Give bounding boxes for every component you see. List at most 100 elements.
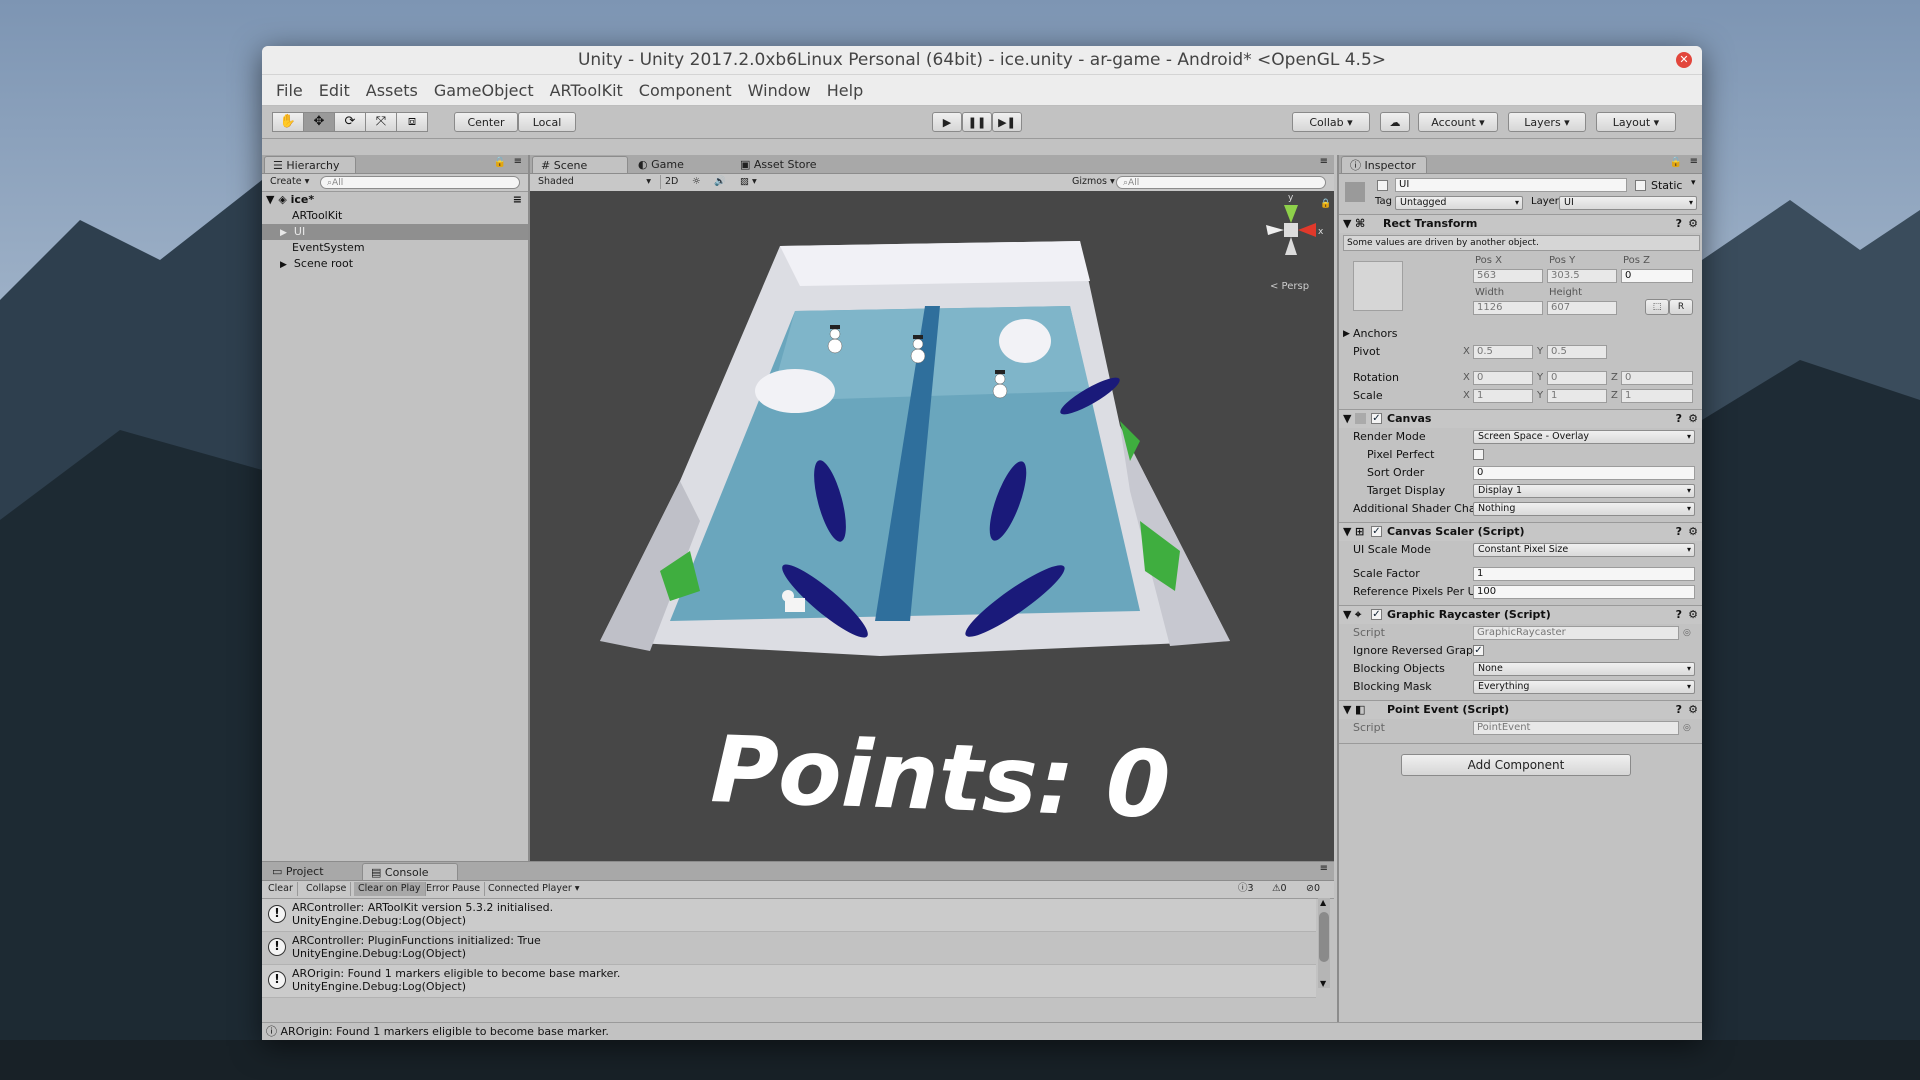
hierarchy-search-input[interactable]: ⌕All (320, 176, 520, 189)
hierarchy-item-eventsystem[interactable]: EventSystem (262, 240, 528, 256)
blocking-mask-dropdown[interactable]: Everything (1473, 680, 1695, 694)
foldout-icon[interactable]: ▼ (1343, 410, 1351, 428)
gizmos-dropdown[interactable]: Gizmos ▾ (1068, 175, 1119, 189)
audio-toggle[interactable]: 🔊 (710, 175, 730, 189)
log-entry[interactable]: ! ARController: ARToolKit version 5.3.2 … (262, 899, 1316, 932)
foldout-icon[interactable]: ▶ (1343, 325, 1350, 343)
pos-z-field[interactable]: 0 (1621, 269, 1693, 283)
tab-hierarchy[interactable]: ☰ Hierarchy (264, 156, 356, 173)
pause-button[interactable]: ❚❚ (962, 112, 992, 132)
step-button[interactable]: ▶❚ (992, 112, 1022, 132)
scale-tool-button[interactable]: ⤧ (365, 112, 397, 132)
menu-assets[interactable]: Assets (366, 81, 418, 100)
account-dropdown[interactable]: Account ▾ (1418, 112, 1498, 132)
help-icon[interactable]: ? (1676, 215, 1682, 233)
tab-game[interactable]: ◐ Game (630, 156, 720, 173)
clear-on-play-button[interactable]: Clear on Play (354, 882, 426, 896)
lock-icon[interactable]: 🔒 (1320, 198, 1331, 209)
add-component-button[interactable]: Add Component (1401, 754, 1631, 776)
sort-order-field[interactable]: 0 (1473, 466, 1695, 480)
scale-factor-field[interactable]: 1 (1473, 567, 1695, 581)
active-checkbox[interactable] (1377, 180, 1388, 191)
scroll-up-icon[interactable]: ▲ (1320, 898, 1326, 907)
menu-file[interactable]: File (276, 81, 303, 100)
help-icon[interactable]: ? (1676, 606, 1682, 624)
effects-dropdown[interactable]: ▨ ▾ (736, 175, 761, 189)
lock-icon[interactable]: 🔒 (494, 157, 506, 168)
canvas-scaler-enabled-checkbox[interactable]: ✓ (1371, 526, 1382, 537)
tag-dropdown[interactable]: Untagged (1395, 196, 1523, 210)
ignore-reversed-checkbox[interactable]: ✓ (1473, 645, 1484, 656)
settings-gear-icon[interactable]: ⚙ (1688, 410, 1698, 428)
hierarchy-item-artoolkit[interactable]: ARToolKit (262, 208, 528, 224)
hierarchy-item-ui[interactable]: ▶ UI (262, 224, 528, 240)
rotate-tool-button[interactable]: ⟳ (334, 112, 366, 132)
layout-dropdown[interactable]: Layout ▾ (1596, 112, 1676, 132)
info-count-toggle[interactable]: ⓘ3 (1234, 882, 1258, 896)
menu-help[interactable]: Help (827, 81, 863, 100)
tab-scene[interactable]: # Scene (532, 156, 628, 173)
pivot-local-button[interactable]: Local (518, 112, 576, 132)
canvas-enabled-checkbox[interactable]: ✓ (1371, 413, 1382, 424)
width-field[interactable]: 1126 (1473, 301, 1543, 315)
graphic-raycaster-enabled-checkbox[interactable]: ✓ (1371, 609, 1382, 620)
panel-menu-icon[interactable]: ≡ (514, 156, 522, 167)
render-mode-dropdown[interactable]: Screen Space - Overlay (1473, 430, 1695, 444)
object-picker-icon[interactable]: ◎ (1683, 624, 1691, 642)
scene-search-input[interactable]: ⌕All (1116, 176, 1326, 189)
layer-dropdown[interactable]: UI (1559, 196, 1697, 210)
scene-viewport[interactable]: y x < Persp 🔒 Points: 0 (530, 191, 1334, 861)
pivot-y-field[interactable]: 0.5 (1547, 345, 1607, 359)
menu-component[interactable]: Component (639, 81, 732, 100)
anchor-preset-button[interactable] (1353, 261, 1403, 311)
help-icon[interactable]: ? (1676, 701, 1682, 719)
log-entry[interactable]: ! AROrigin: Found 1 markers eligible to … (262, 965, 1316, 998)
panel-menu-icon[interactable]: ≡ (1320, 156, 1328, 167)
hierarchy-item-scene-root[interactable]: ▶ Scene root (262, 256, 528, 272)
settings-gear-icon[interactable]: ⚙ (1688, 215, 1698, 233)
object-name-input[interactable]: UI (1395, 178, 1627, 192)
reference-pixels-field[interactable]: 100 (1473, 585, 1695, 599)
2d-toggle[interactable]: 2D (660, 175, 682, 189)
scrollbar-thumb[interactable] (1319, 912, 1329, 962)
help-icon[interactable]: ? (1676, 523, 1682, 541)
close-button[interactable]: ✕ (1676, 52, 1692, 68)
help-icon[interactable]: ? (1676, 410, 1682, 428)
menu-edit[interactable]: Edit (319, 81, 350, 100)
height-field[interactable]: 607 (1547, 301, 1617, 315)
scene-menu-icon[interactable]: ≡ (513, 192, 522, 208)
rotation-z-field[interactable]: 0 (1621, 371, 1693, 385)
clear-button[interactable]: Clear (264, 882, 298, 896)
collapse-button[interactable]: Collapse (302, 882, 352, 896)
scale-x-field[interactable]: 1 (1473, 389, 1533, 403)
menu-gameobject[interactable]: GameObject (434, 81, 534, 100)
scene-root-row[interactable]: ▼ ◈ ice* ≡ (262, 192, 528, 208)
pivot-center-button[interactable]: Center (454, 112, 518, 132)
foldout-icon[interactable]: ▼ (1343, 215, 1351, 233)
error-pause-button[interactable]: Error Pause (422, 882, 486, 896)
foldout-icon[interactable]: ▼ (1343, 606, 1351, 624)
scale-z-field[interactable]: 1 (1621, 389, 1693, 403)
collab-button[interactable]: Collab ▾ (1292, 112, 1370, 132)
pos-y-field[interactable]: 303.5 (1547, 269, 1617, 283)
rotation-x-field[interactable]: 0 (1473, 371, 1533, 385)
point-event-script-field[interactable]: PointEvent (1473, 721, 1679, 735)
persp-label[interactable]: < Persp (1270, 281, 1309, 292)
pivot-x-field[interactable]: 0.5 (1473, 345, 1533, 359)
collapse-arrow-icon[interactable]: ▶ (280, 228, 287, 238)
connected-player-dropdown[interactable]: Connected Player ▾ (484, 882, 584, 896)
pos-x-field[interactable]: 563 (1473, 269, 1543, 283)
pixel-perfect-checkbox[interactable] (1473, 449, 1484, 460)
shader-channels-dropdown[interactable]: Nothing (1473, 502, 1695, 516)
tab-asset-store[interactable]: ▣ Asset Store (732, 156, 842, 173)
tab-console[interactable]: ▤ Console (362, 863, 458, 880)
shading-dropdown[interactable]: Shaded ▾ (534, 175, 654, 189)
rotation-y-field[interactable]: 0 (1547, 371, 1607, 385)
static-checkbox[interactable] (1635, 180, 1646, 191)
lock-icon[interactable]: 🔒 (1670, 157, 1682, 168)
settings-gear-icon[interactable]: ⚙ (1688, 523, 1698, 541)
error-count-toggle[interactable]: ⊘0 (1302, 882, 1324, 896)
foldout-icon[interactable]: ▼ (1343, 701, 1351, 719)
rect-transform-header[interactable]: ▼ ⌘ Rect Transform ? ⚙ (1339, 214, 1702, 233)
settings-gear-icon[interactable]: ⚙ (1688, 701, 1698, 719)
